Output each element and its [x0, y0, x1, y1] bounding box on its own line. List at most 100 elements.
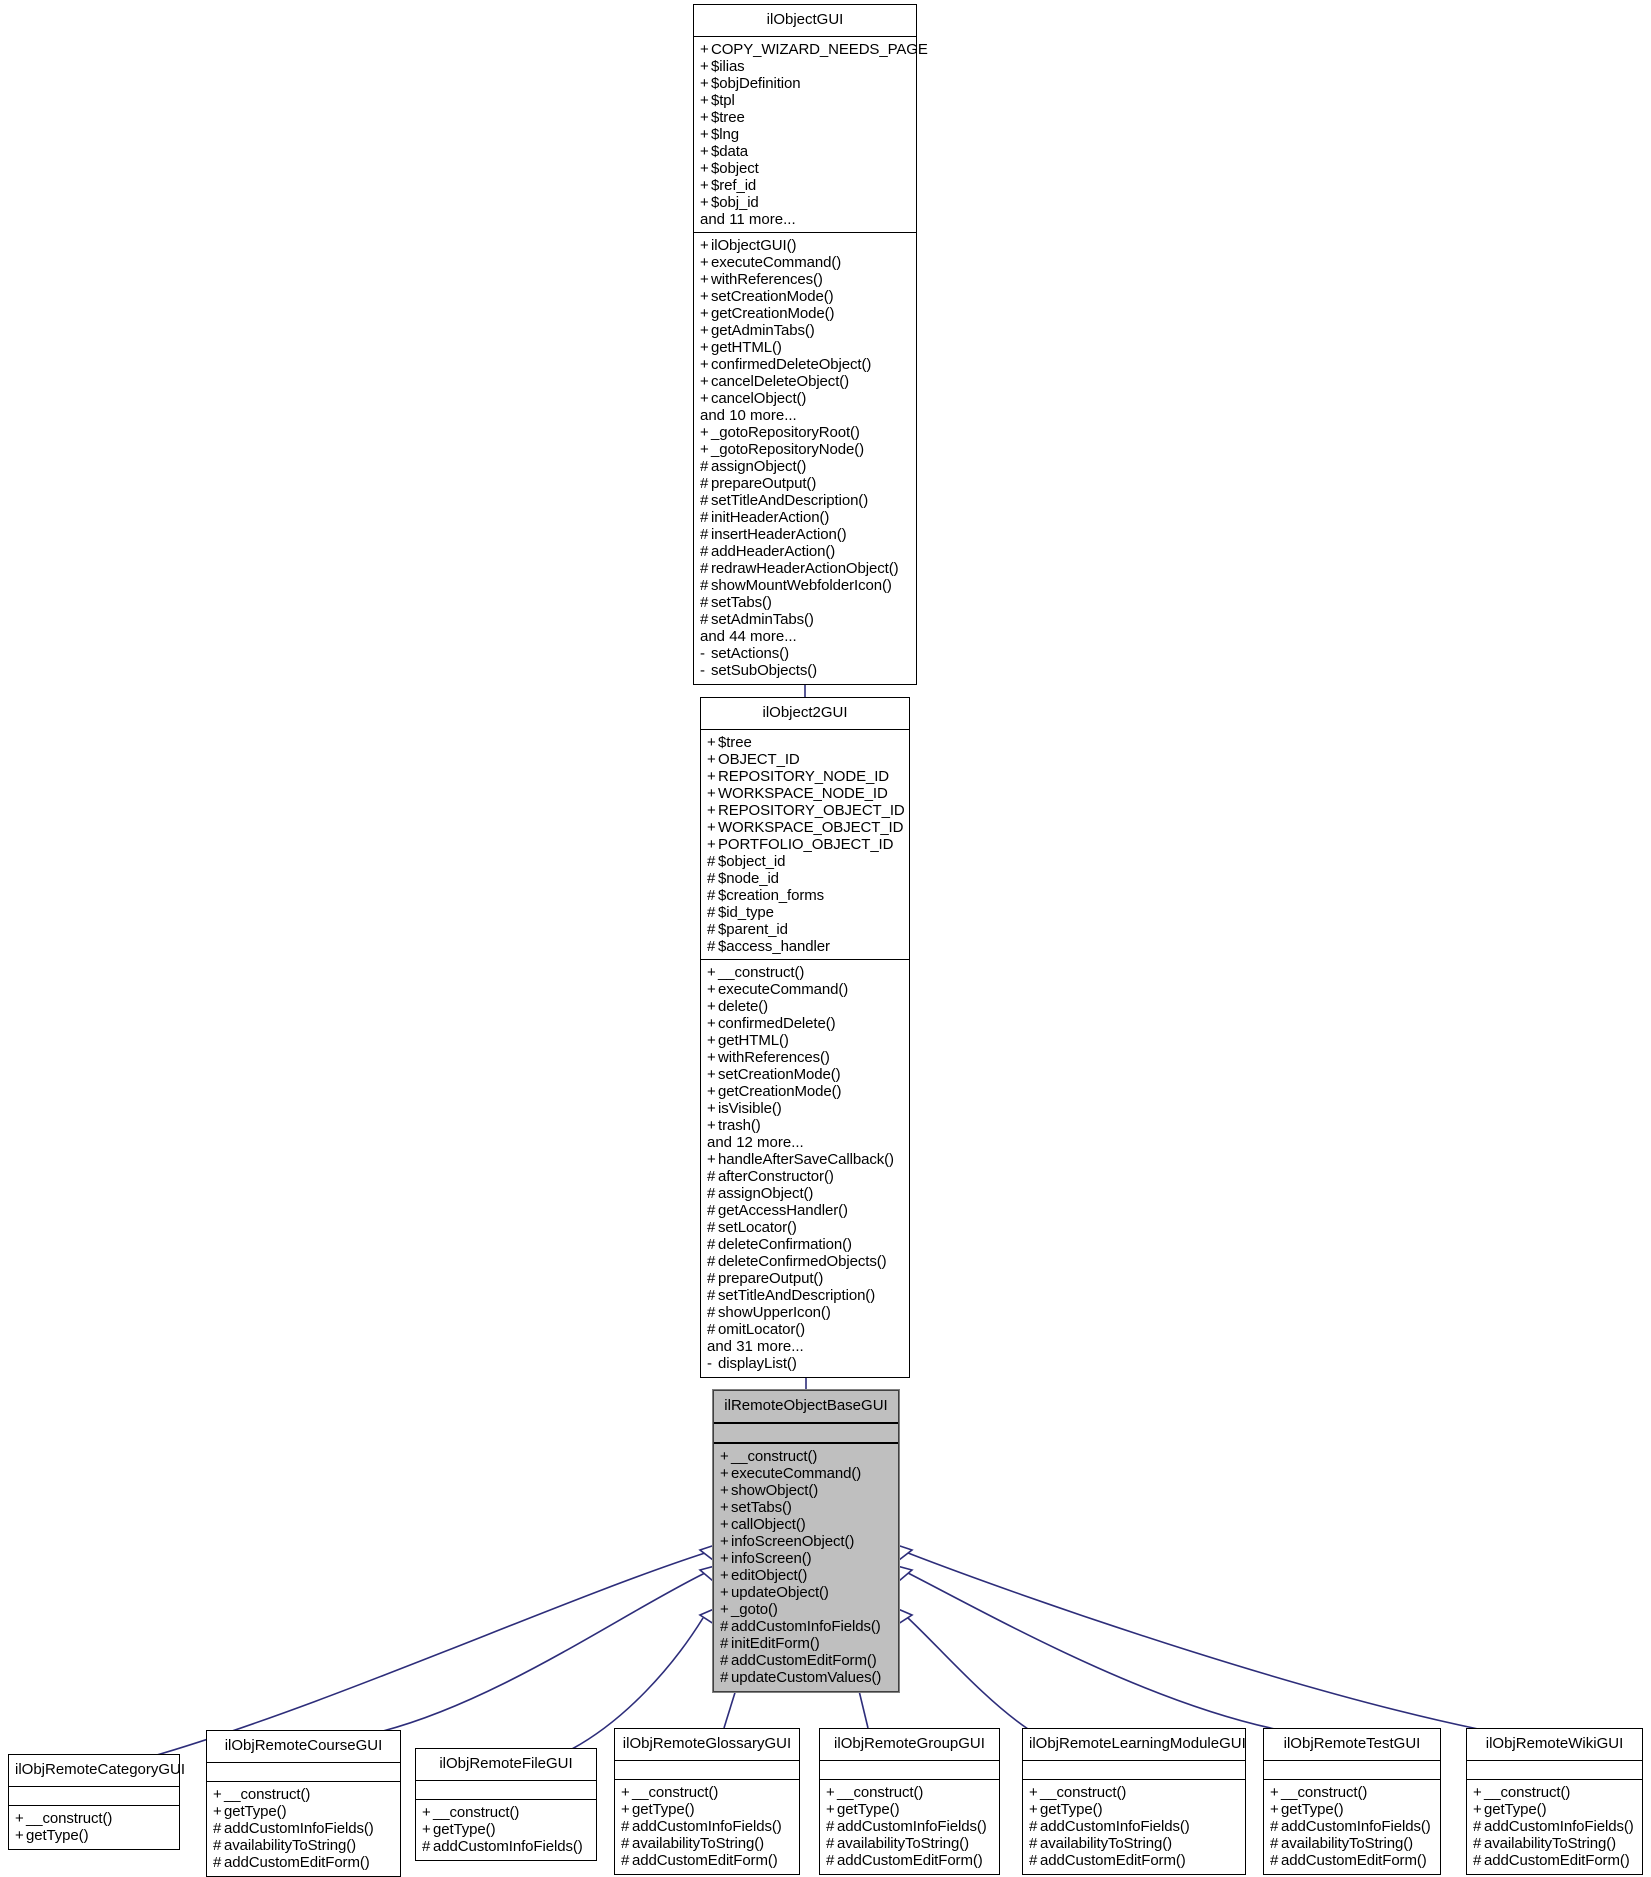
visibility-marker: +	[720, 1533, 729, 1551]
visibility-marker: +	[700, 373, 709, 391]
class-operation-ilObject2GUI: + trash()	[707, 1117, 905, 1134]
visibility-marker: +	[700, 177, 709, 195]
visibility-marker: #	[1473, 1835, 1482, 1853]
member-name: prepareOutput()	[718, 1270, 824, 1288]
member-name: getType()	[837, 1801, 900, 1819]
class-operation-ilObjRemoteGroupGUI: + getType()	[826, 1801, 995, 1818]
visibility-marker: +	[720, 1499, 729, 1517]
member-name: addCustomEditForm()	[1281, 1852, 1427, 1870]
visibility-marker: +	[700, 339, 709, 357]
uml-class-ilObjRemoteGlossaryGUI[interactable]: ilObjRemoteGlossaryGUI + __construct() + get…	[614, 1728, 800, 1876]
visibility-marker: #	[621, 1852, 630, 1870]
visibility-marker: +	[700, 322, 709, 340]
member-name: getHTML()	[718, 1032, 789, 1050]
class-attribute-ilObject2GUI: + PORTFOLIO_OBJECT_ID	[707, 836, 905, 853]
visibility-marker: #	[707, 1202, 716, 1220]
class-operation-ilRemoteObjectBaseGUI: + updateObject()	[720, 1584, 894, 1601]
member-name: getHTML()	[711, 339, 782, 357]
class-operation-ilObjectGUI: + withReferences()	[700, 271, 912, 288]
member-name: getAdminTabs()	[711, 322, 815, 340]
uml-class-ilObjectGUI[interactable]: ilObjectGUI + COPY_WIZARD_NEEDS_PAGE + $ilia…	[693, 4, 928, 686]
visibility-marker: +	[1029, 1801, 1038, 1819]
member-name: cancelDeleteObject()	[711, 373, 850, 391]
class-operation-ilObjectGUI: + _gotoRepositoryNode()	[700, 441, 912, 458]
visibility-marker: #	[707, 870, 716, 888]
visibility-marker: +	[720, 1516, 729, 1534]
class-operation-ilObjRemoteLearningModuleGUI: + __construct()	[1029, 1784, 1241, 1801]
member-name: trash()	[718, 1117, 761, 1135]
class-operation-ilRemoteObjectBaseGUI: + callObject()	[720, 1516, 894, 1533]
class-attribute-ilObjectGUI: + $ref_id	[700, 177, 912, 194]
arrowhead-base-right-1	[896, 1543, 914, 1562]
class-operation-ilObjRemoteTestGUI: # addCustomEditForm()	[1270, 1852, 1436, 1869]
member-name: $ref_id	[711, 177, 757, 195]
member-name: addCustomInfoFields()	[433, 1838, 583, 1856]
member-name: __construct()	[632, 1784, 719, 1802]
uml-class-ilObjRemoteFileGUI[interactable]: ilObjRemoteFileGUI + __construct() + getType…	[415, 1748, 597, 1862]
member-name: getCreationMode()	[711, 305, 835, 323]
visibility-marker: #	[1029, 1852, 1038, 1870]
member-name: deleteConfirmedObjects()	[718, 1253, 887, 1271]
arrowhead-base-right-3	[897, 1607, 914, 1626]
class-operation-ilObjRemoteGlossaryGUI: # addCustomEditForm()	[621, 1852, 795, 1869]
class-operations-ilObjRemoteCategoryGUI: + __construct() + getType()	[9, 1806, 179, 1849]
class-operation-ilObject2GUI: # assignObject()	[707, 1185, 905, 1202]
uml-class-ilObjRemoteTestGUI[interactable]: ilObjRemoteTestGUI + __construct() + getType…	[1263, 1728, 1441, 1876]
visibility-marker: +	[700, 109, 709, 127]
visibility-marker: +	[621, 1784, 630, 1802]
visibility-marker: +	[1473, 1801, 1482, 1819]
visibility-marker: +	[213, 1786, 222, 1804]
visibility-marker: #	[700, 526, 709, 544]
visibility-marker: #	[707, 1287, 716, 1305]
uml-class-ilObjRemoteWikiGUI[interactable]: ilObjRemoteWikiGUI + __construct() + getType…	[1466, 1728, 1643, 1876]
class-operation-ilObjRemoteGlossaryGUI: # availabilityToString()	[621, 1835, 795, 1852]
visibility-marker: +	[213, 1803, 222, 1821]
uml-class-ilObject2GUI[interactable]: ilObject2GUI + $tree + OBJECT_ID + REPOSITORY_…	[700, 697, 910, 1379]
class-operation-ilObjRemoteLearningModuleGUI: + getType()	[1029, 1801, 1241, 1818]
member-name: setLocator()	[718, 1219, 797, 1237]
uml-class-ilObjRemoteCourseGUI[interactable]: ilObjRemoteCourseGUI + __construct() + getTy…	[206, 1730, 401, 1877]
member-name: addCustomInfoFields()	[837, 1818, 987, 1836]
uml-class-ilObjRemoteGroupGUI[interactable]: ilObjRemoteGroupGUI + __construct() + getTyp…	[819, 1728, 1000, 1876]
member-name: $object_id	[718, 853, 786, 871]
visibility-marker: #	[720, 1635, 729, 1653]
class-attribute-ilObjectGUI: + $data	[700, 143, 912, 160]
class-attribute-ilObjectGUI: + $tree	[700, 109, 912, 126]
visibility-marker: +	[700, 92, 709, 110]
class-operation-ilObjRemoteCategoryGUI: + __construct()	[15, 1810, 175, 1827]
class-operation-ilRemoteObjectBaseGUI: # addCustomEditForm()	[720, 1652, 894, 1669]
class-attribute-ilObject2GUI: + WORKSPACE_OBJECT_ID	[707, 819, 905, 836]
visibility-marker: #	[720, 1618, 729, 1636]
class-attributes-ilRemoteObjectBaseGUI	[714, 1424, 898, 1445]
member-name: executeCommand()	[731, 1465, 862, 1483]
member-name: displayList()	[718, 1355, 797, 1373]
uml-class-ilObjRemoteLearningModuleGUI[interactable]: ilObjRemoteLearningModuleGUI + __construct…	[1022, 1728, 1246, 1876]
visibility-marker: +	[720, 1601, 729, 1619]
class-operations-ilObjRemoteWikiGUI: + __construct() + getType() # addCustomInfoFi…	[1467, 1780, 1642, 1874]
member-name: $tpl	[711, 92, 735, 110]
visibility-marker: +	[707, 1066, 716, 1084]
member-name: isVisible()	[718, 1100, 782, 1118]
member-name: $access_handler	[718, 938, 830, 956]
uml-class-ilRemoteObjectBaseGUI[interactable]: ilRemoteObjectBaseGUI + __construct() + exec…	[713, 1390, 899, 1693]
member-name: setTitleAndDescription()	[718, 1287, 876, 1305]
class-operation-ilObjRemoteGroupGUI: # addCustomEditForm()	[826, 1852, 995, 1869]
visibility-marker: #	[1473, 1852, 1482, 1870]
class-title-ilObjRemoteLearningModuleGUI: ilObjRemoteLearningModuleGUI	[1023, 1729, 1246, 1762]
member-name: $tree	[718, 734, 752, 752]
visibility-marker: +	[700, 271, 709, 289]
visibility-marker: #	[707, 1236, 716, 1254]
class-operation-ilObjRemoteWikiGUI: + getType()	[1473, 1801, 1638, 1818]
class-attribute-ilObject2GUI: # $access_handler	[707, 938, 905, 955]
class-operation-ilObjectGUI: + confirmedDeleteObject()	[700, 356, 912, 373]
class-operation-ilObject2GUI: # deleteConfirmedObjects()	[707, 1253, 905, 1270]
member-name: COPY_WIZARD_NEEDS_PAGE	[711, 41, 928, 59]
member-name: addCustomEditForm()	[1484, 1852, 1630, 1870]
uml-class-ilObjRemoteCategoryGUI[interactable]: ilObjRemoteCategoryGUI + __construct() + get…	[8, 1754, 185, 1851]
class-title-ilObjRemoteCourseGUI: ilObjRemoteCourseGUI	[207, 1731, 400, 1764]
visibility-marker: +	[707, 1049, 716, 1067]
visibility-marker: +	[707, 1083, 716, 1101]
class-attribute-ilObject2GUI: + REPOSITORY_NODE_ID	[707, 768, 905, 785]
class-operation-ilObject2GUI: # omitLocator()	[707, 1321, 905, 1338]
member-name: deleteConfirmation()	[718, 1236, 852, 1254]
